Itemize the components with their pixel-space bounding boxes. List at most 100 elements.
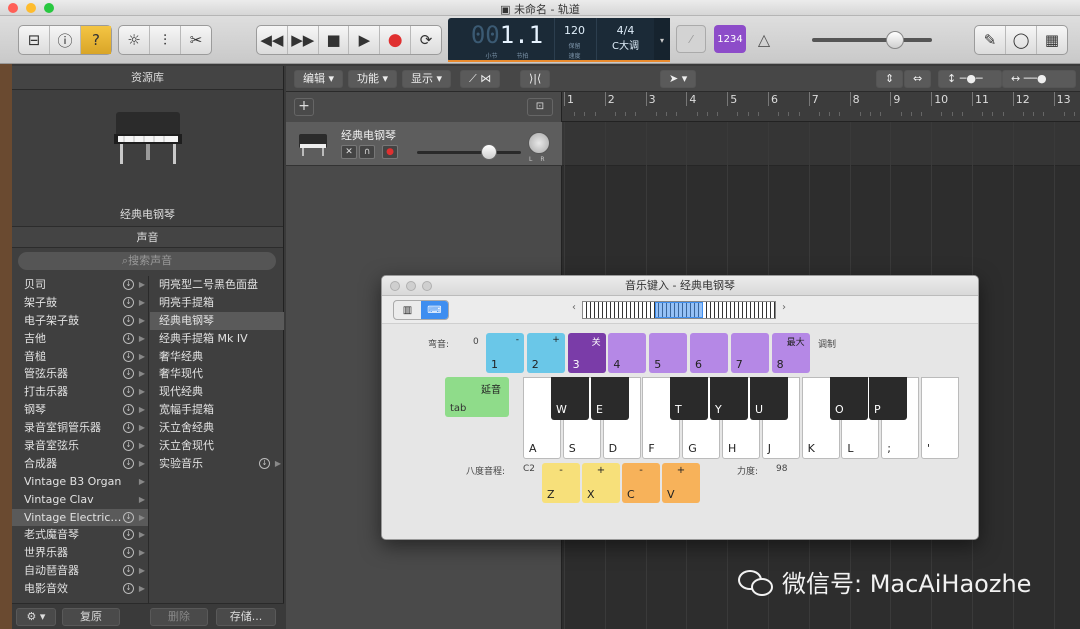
- control-key[interactable]: 4: [608, 333, 647, 373]
- black-piano-key[interactable]: W: [551, 377, 589, 420]
- sound-item[interactable]: 沃立舍经典: [150, 419, 284, 437]
- download-icon[interactable]: ↓: [123, 529, 134, 541]
- black-piano-key[interactable]: E: [591, 377, 629, 420]
- category-item[interactable]: 录音室弦乐 ↓ ▶: [12, 437, 148, 455]
- inspector-button[interactable]: ⓘ: [50, 26, 81, 54]
- octave-velocity-key[interactable]: + X: [582, 463, 620, 503]
- sound-item[interactable]: 奢华经典: [150, 348, 284, 366]
- category-item[interactable]: 贝司 ↓ ▶: [12, 276, 148, 294]
- master-volume-knob[interactable]: [886, 31, 904, 49]
- black-piano-key[interactable]: U: [750, 377, 788, 420]
- sound-item[interactable]: 奢华现代: [150, 365, 284, 383]
- black-piano-key[interactable]: T: [670, 377, 708, 420]
- control-key[interactable]: 6: [690, 333, 728, 373]
- download-icon[interactable]: ↓: [123, 332, 134, 344]
- horizontal-fit-button[interactable]: ⇔: [904, 70, 932, 88]
- download-icon[interactable]: ↓: [123, 314, 134, 326]
- metronome-button[interactable]: △: [750, 25, 778, 53]
- mt-minimize-button[interactable]: [406, 281, 416, 291]
- headphones-button[interactable]: ∩: [359, 145, 375, 159]
- track-header[interactable]: 经典电钢琴 ✕ ∩ ● LR: [286, 122, 562, 166]
- download-icon[interactable]: ↓: [123, 296, 134, 308]
- control-key[interactable]: 7: [730, 333, 769, 373]
- master-volume-slider[interactable]: [812, 38, 932, 42]
- functions-menu[interactable]: 功能 ▾: [348, 70, 398, 88]
- category-item[interactable]: Vintage Electric… ↓ ▶: [12, 508, 148, 527]
- record-button[interactable]: ●: [380, 26, 412, 54]
- category-item[interactable]: 架子鼓 ↓ ▶: [12, 294, 148, 312]
- category-item[interactable]: 吉他 ↓ ▶: [12, 330, 148, 348]
- view-menu[interactable]: 显示 ▾: [402, 70, 452, 88]
- keyboard-range-selector[interactable]: [582, 301, 776, 319]
- control-key[interactable]: 关3: [567, 333, 606, 373]
- category-item[interactable]: 电影音效 ↓ ▶: [12, 580, 148, 598]
- download-icon[interactable]: ↓: [123, 457, 134, 469]
- category-item[interactable]: 电子架子鼓 ↓ ▶: [12, 312, 148, 330]
- mt-zoom-button[interactable]: [422, 281, 432, 291]
- download-icon[interactable]: ↓: [123, 583, 134, 595]
- mute-button[interactable]: ✕: [341, 145, 357, 159]
- automation-button[interactable]: ⟋ ⋈: [460, 70, 501, 88]
- flex-button[interactable]: ⟩|⟨: [520, 70, 551, 88]
- control-key[interactable]: +2: [526, 333, 565, 373]
- category-item[interactable]: 自动琶音器 ↓ ▶: [12, 562, 148, 580]
- category-item[interactable]: 世界乐器 ↓ ▶: [12, 544, 148, 562]
- track-lane[interactable]: [562, 122, 1080, 166]
- track-volume-knob[interactable]: [481, 144, 497, 160]
- category-item[interactable]: 音槌 ↓ ▶: [12, 348, 148, 366]
- black-piano-key[interactable]: P: [869, 377, 907, 420]
- download-icon[interactable]: ↓: [123, 350, 134, 362]
- download-icon[interactable]: ↓: [123, 565, 134, 577]
- black-piano-key[interactable]: O: [830, 377, 868, 420]
- notepad-button[interactable]: ✎: [975, 26, 1006, 54]
- category-item[interactable]: Vintage Clav ▶: [12, 491, 148, 509]
- category-item[interactable]: 老式魔音琴 ↓ ▶: [12, 526, 148, 544]
- pan-knob[interactable]: [528, 132, 550, 154]
- revert-button[interactable]: 复原: [62, 608, 120, 626]
- keyboard-range-highlight[interactable]: [655, 302, 703, 318]
- category-item[interactable]: 合成器 ↓ ▶: [12, 455, 148, 473]
- fast-forward-button[interactable]: ▶▶: [288, 26, 319, 54]
- category-item[interactable]: 管弦乐器 ↓ ▶: [12, 365, 148, 383]
- download-icon[interactable]: ↓: [123, 547, 134, 559]
- download-icon[interactable]: ↓: [259, 457, 270, 469]
- control-key[interactable]: 5: [649, 333, 688, 373]
- track-volume-slider[interactable]: [417, 151, 521, 154]
- pointer-tool-menu[interactable]: ➤ ▾: [660, 70, 697, 88]
- cycle-button[interactable]: ⟳: [411, 26, 441, 54]
- edit-menu[interactable]: 编辑 ▾: [294, 70, 344, 88]
- download-icon[interactable]: ↓: [123, 511, 134, 523]
- sound-item[interactable]: 实验音乐 ↓ ▶: [150, 455, 284, 473]
- lcd-display[interactable]: 001.1 小节 节拍 120 保留 速度 4/4 C大调: [448, 18, 670, 62]
- mixer-button[interactable]: ⫶: [150, 26, 181, 54]
- lcd-menu-button[interactable]: ▾: [654, 18, 670, 62]
- editors-button[interactable]: ✂: [181, 26, 211, 54]
- category-item[interactable]: Vintage B3 Organ ▶: [12, 473, 148, 491]
- quick-help-button[interactable]: ?: [81, 26, 111, 54]
- vertical-fit-button[interactable]: ⇕: [876, 70, 904, 88]
- download-icon[interactable]: ↓: [123, 368, 134, 380]
- horizontal-zoom-slider[interactable]: ↔ ──●: [1002, 70, 1076, 88]
- sound-item[interactable]: 现代经典: [150, 383, 284, 401]
- sound-item[interactable]: 经典电钢琴: [150, 311, 284, 330]
- download-icon[interactable]: ↓: [123, 440, 134, 452]
- category-item[interactable]: 录音室铜管乐器 ↓ ▶: [12, 419, 148, 437]
- sound-item[interactable]: 经典手提箱 Mk IV: [150, 330, 284, 348]
- category-item[interactable]: 钢琴 ↓ ▶: [12, 401, 148, 419]
- octave-velocity-key[interactable]: -C: [622, 463, 660, 503]
- piano-keys-mode-button[interactable]: ▥: [394, 301, 421, 319]
- black-piano-key[interactable]: Y: [710, 377, 748, 420]
- rewind-button[interactable]: ◀◀: [257, 26, 288, 54]
- sound-item[interactable]: 宽幅手提箱: [150, 401, 284, 419]
- range-left-arrow[interactable]: ‹: [572, 302, 576, 313]
- white-piano-key[interactable]: ': [921, 377, 959, 459]
- stop-button[interactable]: ■: [319, 26, 350, 54]
- download-icon[interactable]: ↓: [123, 386, 134, 398]
- keyboard-mode-button[interactable]: ⌨: [421, 301, 448, 319]
- octave-velocity-key[interactable]: -Z: [542, 463, 580, 503]
- control-key[interactable]: 最大 8: [771, 333, 810, 373]
- record-enable-button[interactable]: ●: [382, 145, 398, 159]
- loop-browser-button[interactable]: ◯: [1006, 26, 1037, 54]
- play-button[interactable]: ▶: [349, 26, 381, 54]
- library-button[interactable]: ⊟: [19, 26, 50, 54]
